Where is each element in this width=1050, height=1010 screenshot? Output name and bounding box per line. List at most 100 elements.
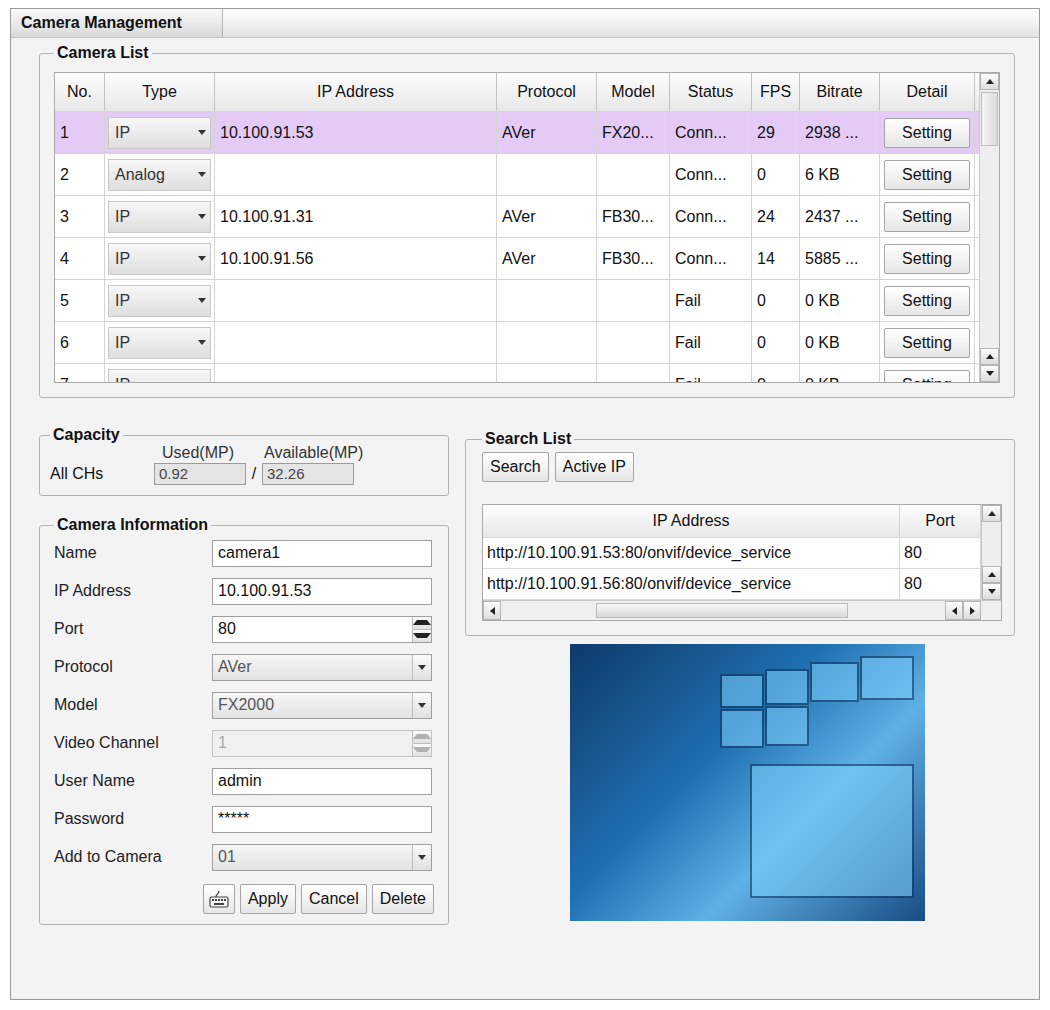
table-cell: Conn... — [670, 238, 752, 279]
scroll-down-button[interactable] — [982, 583, 1001, 600]
type-dropdown[interactable]: IP — [108, 369, 211, 383]
table-row[interactable]: 7IPFail00 KBSetting — [55, 364, 979, 382]
text-field[interactable]: camera1 — [212, 540, 432, 567]
scroll-up-button[interactable] — [980, 348, 999, 365]
type-dropdown[interactable]: Analog — [108, 159, 211, 191]
text-field[interactable]: 10.100.91.53 — [212, 578, 432, 605]
cell-text: 2938 ... — [805, 124, 858, 142]
arrow-down-icon — [988, 589, 996, 594]
column-header[interactable]: IP Address — [215, 73, 497, 111]
vertical-scrollbar[interactable] — [981, 505, 1001, 600]
table-cell: 0 KB — [800, 322, 880, 363]
scroll-thumb[interactable] — [981, 92, 998, 146]
text-field[interactable]: admin — [212, 768, 432, 795]
spin-buttons[interactable] — [412, 617, 431, 642]
title-bar: Camera Management — [11, 9, 1039, 38]
form-row: ModelFX2000 — [54, 690, 436, 720]
select-field[interactable]: AVer — [212, 654, 432, 681]
table-row[interactable]: 2AnalogConn...06 KBSetting — [55, 154, 979, 196]
scroll-right-button[interactable] — [963, 601, 981, 620]
type-dropdown[interactable]: IP — [108, 243, 211, 275]
table-row[interactable]: 1IP10.100.91.53AVerFX20...Conn...292938 … — [55, 112, 979, 154]
form-row: User Nameadmin — [54, 766, 436, 796]
type-dropdown[interactable]: IP — [108, 327, 211, 359]
cell-text: 2437 ... — [805, 208, 858, 226]
table-cell: 4 — [55, 238, 105, 279]
scroll-thumb[interactable] — [596, 603, 848, 618]
keyboard-button[interactable] — [203, 884, 235, 914]
setting-button[interactable]: Setting — [884, 160, 970, 190]
active-ip-button[interactable]: Active IP — [555, 452, 634, 482]
delete-button[interactable]: Delete — [372, 884, 434, 914]
table-cell: 10.100.91.56 — [215, 238, 497, 279]
type-dropdown[interactable]: IP — [108, 201, 211, 233]
dropdown-arrow-icon — [418, 703, 426, 708]
search-list-group: Search List SearchActive IP IP AddressPort… — [465, 430, 1015, 636]
table-row[interactable]: 4IP10.100.91.56AVerFB30...Conn...145885 … — [55, 238, 979, 280]
text-field[interactable]: ***** — [212, 806, 432, 833]
cancel-button[interactable]: Cancel — [301, 884, 367, 914]
search-row[interactable]: http://10.100.91.56:80/onvif/device_serv… — [483, 569, 981, 600]
column-header[interactable]: Port — [900, 505, 981, 537]
field-label: Model — [54, 696, 212, 714]
table-cell: AVer — [497, 196, 597, 237]
column-header[interactable]: Type — [105, 73, 215, 111]
apply-button[interactable]: Apply — [240, 884, 296, 914]
horizontal-scrollbar[interactable] — [483, 600, 1001, 620]
setting-button[interactable]: Setting — [884, 118, 970, 148]
field-value: 1 — [218, 734, 412, 752]
scroll-up-button[interactable] — [982, 505, 1001, 522]
field-label: Password — [54, 810, 212, 828]
column-header[interactable]: Protocol — [497, 73, 597, 111]
field-value: 10.100.91.53 — [218, 582, 431, 600]
dropdown-button[interactable] — [412, 655, 431, 680]
table-cell: Analog — [105, 154, 215, 195]
table-row[interactable]: 5IPFail00 KBSetting — [55, 280, 979, 322]
arrow-down-icon — [413, 747, 431, 752]
table-row[interactable]: 6IPFail00 KBSetting — [55, 322, 979, 364]
table-cell — [597, 280, 670, 321]
camera-list-group: Camera ListNo.TypeIP AddressProtocolMode… — [39, 44, 1015, 398]
type-dropdown[interactable]: IP — [108, 285, 211, 317]
column-header[interactable]: Status — [670, 73, 752, 111]
type-value: IP — [115, 250, 130, 268]
scroll-left-button[interactable] — [945, 601, 963, 620]
vertical-scrollbar[interactable] — [979, 73, 999, 382]
select-field[interactable]: FX2000 — [212, 692, 432, 719]
search-button[interactable]: Search — [482, 452, 549, 482]
dropdown-button[interactable] — [412, 845, 431, 870]
column-header[interactable]: Bitrate — [800, 73, 880, 111]
scroll-down-button[interactable] — [980, 365, 999, 382]
column-header[interactable]: IP Address — [483, 505, 900, 537]
cell-text: FX20... — [602, 124, 654, 142]
column-header[interactable]: No. — [55, 73, 105, 111]
arrow-right-icon — [970, 607, 975, 615]
table-cell: Setting — [880, 322, 975, 363]
cell-text: 1 — [60, 124, 69, 142]
setting-button[interactable]: Setting — [884, 286, 970, 316]
dropdown-arrow-icon — [418, 855, 426, 860]
setting-button[interactable]: Setting — [884, 370, 970, 383]
scroll-left-button[interactable] — [483, 601, 501, 620]
dropdown-arrow-icon — [198, 256, 206, 261]
table-row[interactable]: 3IP10.100.91.31AVerFB30...Conn...242437 … — [55, 196, 979, 238]
column-header[interactable]: Detail — [880, 73, 975, 111]
setting-button[interactable]: Setting — [884, 202, 970, 232]
column-header[interactable]: Model — [597, 73, 670, 111]
scroll-up-button[interactable] — [982, 566, 1001, 583]
setting-button[interactable]: Setting — [884, 328, 970, 358]
spin-field[interactable]: 80 — [212, 616, 432, 643]
dropdown-button[interactable] — [412, 693, 431, 718]
table-cell — [215, 322, 497, 363]
setting-button[interactable]: Setting — [884, 244, 970, 274]
type-dropdown[interactable]: IP — [108, 117, 211, 149]
search-row[interactable]: http://10.100.91.53:80/onvif/device_serv… — [483, 538, 981, 569]
cell-text: 7 — [60, 376, 69, 383]
column-header[interactable]: FPS — [752, 73, 800, 111]
scroll-up-button[interactable] — [980, 73, 999, 90]
field-label: Protocol — [54, 658, 212, 676]
table-cell: http://10.100.91.53:80/onvif/device_serv… — [483, 538, 900, 568]
group-title: Search List — [482, 430, 574, 448]
select-field[interactable]: 01 — [212, 844, 432, 871]
table-cell: 0 — [752, 322, 800, 363]
